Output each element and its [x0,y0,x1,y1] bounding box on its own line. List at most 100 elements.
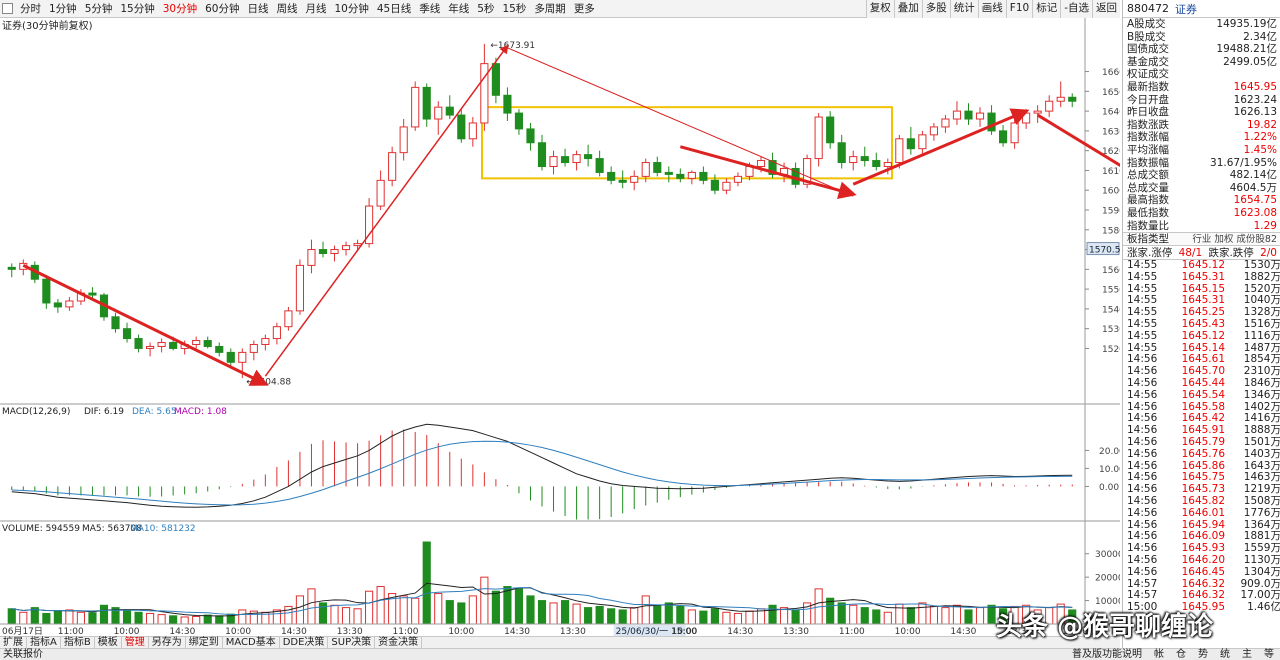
volume-bar [19,611,28,625]
sector-type-value[interactable]: 行业 加权 成份股82 [1192,233,1277,245]
candle-body [7,266,16,270]
tick-time: 14:55 [1127,270,1158,283]
chart-area[interactable]: 证券(30分钟前复权)16601650164016301620161016001… [0,18,1120,636]
indicator-tab[interactable]: 资金决策 [375,637,423,648]
indicator-tab[interactable]: MACD基本 [223,637,280,648]
period-tab[interactable]: 5秒 [473,0,498,18]
tool-button[interactable]: 多股 [921,0,950,18]
indicator-tab[interactable]: 模板 [95,637,122,648]
volume-bar [883,611,892,625]
candle-body [388,152,397,181]
stat-label: 平均涨幅 [1127,143,1169,156]
candle-body [929,126,938,136]
tool-button[interactable]: 返回 [1092,0,1120,18]
volume-bar [607,608,616,625]
tick-list[interactable]: 14:55 1645.12 1530万 14:55 1645.31 1882万 14:55 1… [1123,259,1280,614]
status-button[interactable]: 普及版功能说明 [1066,649,1148,660]
stat-row: 平均涨幅 1.45% [1123,144,1280,157]
status-button[interactable]: 势 [1192,649,1214,660]
tool-button[interactable]: 画线 [977,0,1006,18]
period-tab[interactable]: 周线 [273,0,302,18]
stat-label: 基金成交 [1127,55,1169,68]
indicator-tab[interactable]: 另存为 [149,637,186,648]
stat-row: B股成交 2.34亿 [1123,31,1280,44]
candle-body [883,162,892,167]
indicator-tabbar: 扩展 指标A 指标B 模板 管理 另存为 绑定到 MACD基本 DDE决策 SUP决策 资金决策 [0,636,1120,648]
index-name[interactable]: 证券 [1175,1,1197,17]
indicator-tab[interactable]: DDE决策 [280,637,329,648]
volume-bar [537,600,547,625]
period-tab[interactable]: 日线 [244,0,273,18]
price-tick-label: 1550 [1102,286,1120,296]
volume-bar [929,605,938,625]
tool-button[interactable]: 统计 [949,0,978,18]
tool-button[interactable]: F10 [1005,0,1033,18]
period-tab[interactable]: 10分钟 [331,0,373,18]
period-tab[interactable]: 1分钟 [45,0,81,18]
toolbar-checkbox[interactable] [2,3,13,14]
status-button[interactable]: 仓 [1170,649,1192,660]
period-tab[interactable]: 年线 [444,0,473,18]
tick-time: 14:55 [1127,329,1158,342]
stat-label: 总成交额 [1127,169,1169,182]
period-tab[interactable]: 月线 [302,0,331,18]
status-button[interactable]: 帐 [1148,649,1170,660]
period-tab[interactable]: 15秒 [498,0,530,18]
volume-label: VOLUME: 594559 [2,524,80,534]
stat-row: 基金成交 2499.05亿 [1123,56,1280,69]
time-label: 14:30 [169,627,195,636]
volume-bar [365,590,374,625]
indicator-tab[interactable]: 指标B [61,637,95,648]
tick-volume: 1403万 [1243,447,1280,460]
indicator-tab[interactable]: SUP决策 [328,637,376,648]
period-tab[interactable]: 30分钟 [159,0,201,18]
period-tab[interactable]: 多周期 [530,0,570,18]
price-tick-label: 1600 [1102,187,1120,197]
candle-body [526,128,535,144]
high-label: ←1673.91 [490,41,535,51]
stat-label: 权证成交 [1127,68,1169,81]
period-tab[interactable]: 季线 [415,0,444,18]
related-quote-button[interactable]: 关联报价 [0,649,46,660]
tool-button[interactable]: 标记 [1032,0,1061,18]
candle-body [249,343,258,353]
macd-value-label: MACD: 1.08 [174,407,227,417]
status-button[interactable]: 主 [1236,649,1258,660]
time-label: 10:00 [671,627,697,636]
up-stroke-arrow [852,108,1030,186]
period-tab[interactable]: 45日线 [373,0,415,18]
candle-body [215,345,224,353]
period-tab[interactable]: 5分钟 [81,0,117,18]
tick-row: 14:55 1645.31 1882万 [1123,270,1280,284]
candle-body [999,130,1008,144]
candle-body [503,94,512,114]
indicator-tab[interactable]: 指标A [27,637,61,648]
stat-value: 1.22% [1243,131,1277,144]
candle-body [664,171,673,175]
tick-time: 14:56 [1127,388,1158,401]
status-button[interactable]: 统 [1214,649,1236,660]
candle-body [687,171,696,179]
volume-bar [768,604,777,625]
period-tab[interactable]: 分时 [16,0,45,18]
status-button[interactable]: 等 [1258,649,1280,660]
stat-row: 权证成交 [1123,68,1280,81]
tool-button[interactable]: -自选 [1060,0,1092,18]
period-tab[interactable]: 更多 [570,0,599,18]
candle-body [653,162,662,173]
status-bar: 关联报价 普及版功能说明帐仓势统主等 [0,648,1280,660]
volume-bar [411,597,420,625]
volume-bar [918,602,927,625]
candle-body [330,249,339,255]
indicator-tab[interactable]: 管理 [122,637,149,648]
time-label: 11:00 [1062,627,1088,636]
period-tab[interactable]: 60分钟 [201,0,243,18]
indicator-tab[interactable]: 扩展 [0,637,27,648]
tool-button[interactable]: 叠加 [893,0,922,18]
candle-body [272,326,281,340]
candle-body [699,171,708,181]
indicator-tab[interactable]: 绑定到 [186,637,223,648]
tool-button[interactable]: 复权 [865,0,894,18]
stat-label: 指数涨幅 [1127,131,1169,144]
period-tab[interactable]: 15分钟 [116,0,158,18]
